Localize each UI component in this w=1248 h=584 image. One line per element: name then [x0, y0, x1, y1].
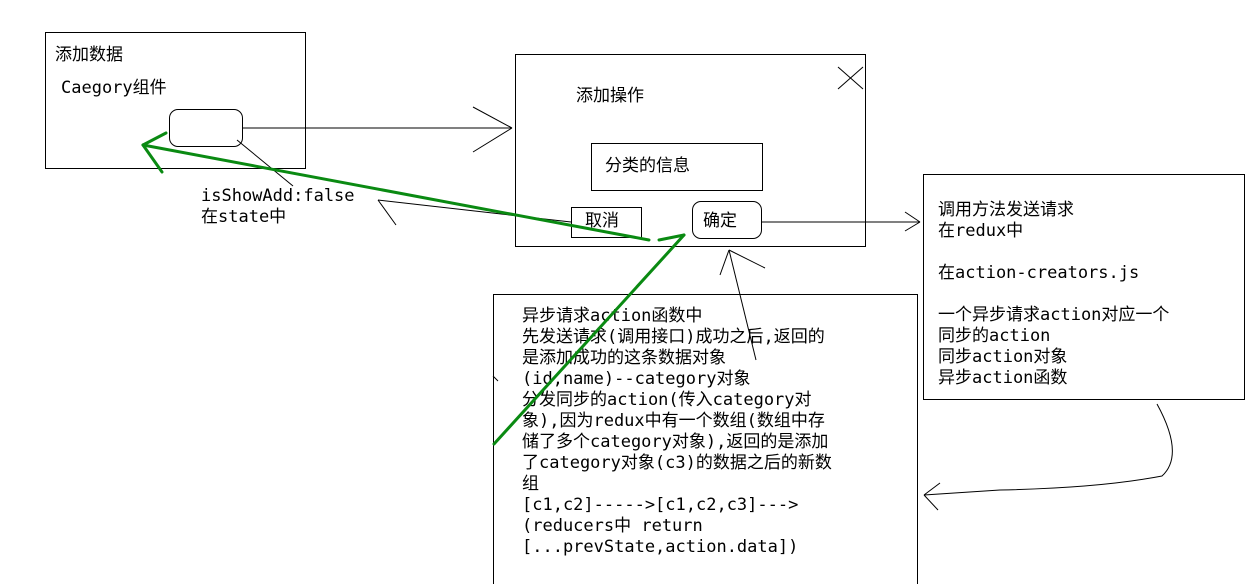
close-icon [837, 66, 864, 90]
arrow-redux-to-async [923, 403, 1173, 511]
arrow-to-dialog [243, 106, 513, 153]
arrow-confirm-to-redux [762, 211, 921, 232]
arrow-async-to-confirm [719, 249, 766, 361]
connector-lines [141, 66, 1173, 511]
green-arrow-to-add-button [141, 131, 651, 242]
green-arrow-to-confirm [492, 233, 686, 446]
